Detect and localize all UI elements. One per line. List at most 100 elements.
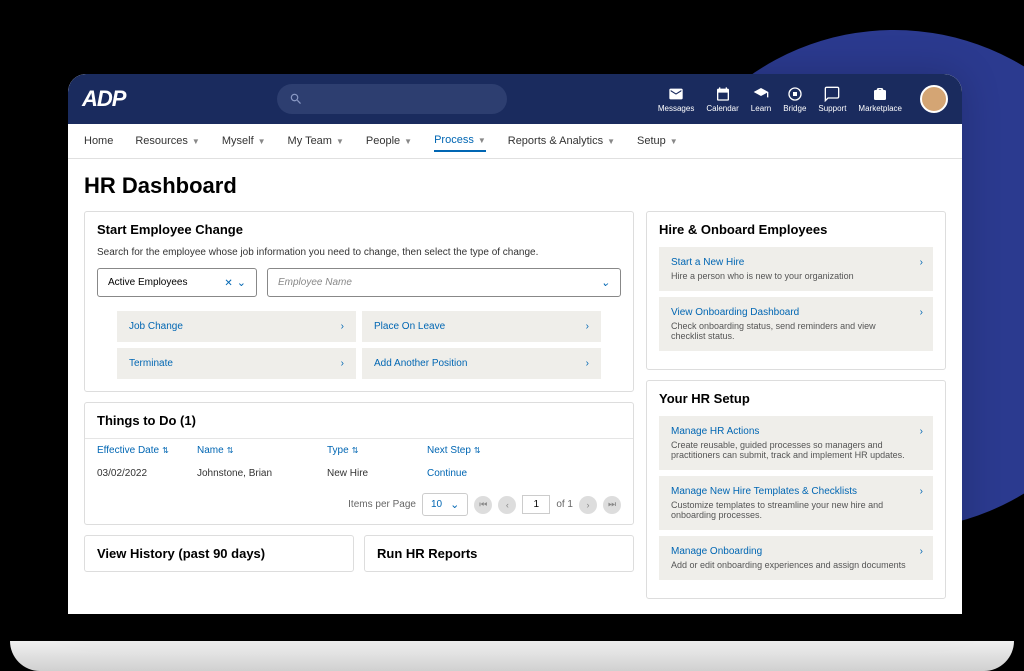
card-title: Hire & Onboard Employees (647, 212, 945, 247)
link-desc: Create reusable, guided processes so man… (671, 440, 921, 460)
place-on-leave-button[interactable]: Place On Leave› (362, 311, 601, 342)
nav-home[interactable]: Home (84, 134, 113, 148)
nav-resources[interactable]: Resources▼ (135, 134, 200, 148)
card-title: Start Employee Change (85, 212, 633, 247)
cell-type: New Hire (327, 468, 427, 479)
caret-down-icon: ▼ (258, 137, 266, 146)
col-effective-date[interactable]: Effective Date⇅ (97, 445, 197, 456)
cell-name: Johnstone, Brian (197, 468, 327, 479)
prev-page-button[interactable]: ‹ (498, 496, 516, 514)
items-per-page-select[interactable]: 10⌄ (422, 493, 468, 516)
continue-link[interactable]: Continue (427, 468, 467, 479)
chevron-right-icon: › (341, 321, 344, 332)
col-type[interactable]: Type⇅ (327, 445, 427, 456)
page-title: HR Dashboard (84, 173, 946, 199)
chevron-down-icon: ⌄ (237, 277, 246, 289)
topbar-learn[interactable]: Learn (751, 86, 771, 113)
chevron-right-icon: › (920, 546, 923, 557)
topbar: ADP Messages Calendar Learn Bridge Suppo… (68, 74, 962, 124)
chevron-down-icon: ⌄ (450, 498, 459, 511)
last-page-button[interactable]: ⏭ (603, 496, 621, 514)
table-header: Effective Date⇅ Name⇅ Type⇅ Next Step⇅ (85, 438, 633, 462)
topbar-messages[interactable]: Messages (658, 86, 694, 113)
link-desc: Check onboarding status, send reminders … (671, 321, 921, 341)
search-input[interactable] (277, 84, 507, 114)
chevron-down-icon: ⌄ (601, 276, 610, 289)
add-position-button[interactable]: Add Another Position› (362, 348, 601, 379)
sort-icon: ⇅ (162, 446, 169, 455)
topbar-bridge[interactable]: Bridge (783, 86, 806, 113)
view-onboarding-dashboard-link[interactable]: View Onboarding Dashboard Check onboardi… (659, 297, 933, 351)
chevron-right-icon: › (920, 307, 923, 318)
page-input[interactable] (522, 495, 550, 514)
adp-logo: ADP (82, 86, 125, 112)
grad-icon (753, 86, 769, 102)
nav-people[interactable]: People▼ (366, 134, 412, 148)
chevron-right-icon: › (920, 486, 923, 497)
caret-down-icon: ▼ (336, 137, 344, 146)
caret-down-icon: ▼ (404, 137, 412, 146)
terminate-button[interactable]: Terminate› (117, 348, 356, 379)
chevron-right-icon: › (586, 321, 589, 332)
topbar-support[interactable]: Support (818, 86, 846, 113)
employee-filter-select[interactable]: Active Employees ✕⌄ (97, 268, 257, 297)
cell-date: 03/02/2022 (97, 468, 197, 479)
next-page-button[interactable]: › (579, 496, 597, 514)
app-screen: ADP Messages Calendar Learn Bridge Suppo… (68, 74, 962, 614)
col-name[interactable]: Name⇅ (197, 445, 327, 456)
sort-icon: ⇅ (352, 446, 359, 455)
calendar-icon (715, 86, 731, 102)
caret-down-icon: ▼ (607, 137, 615, 146)
caret-down-icon: ▼ (478, 136, 486, 145)
start-employee-change-card: Start Employee Change Search for the emp… (84, 211, 634, 392)
run-reports-card[interactable]: Run HR Reports (364, 535, 634, 572)
first-page-button[interactable]: ⏮ (474, 496, 492, 514)
sort-icon: ⇅ (227, 446, 234, 455)
laptop-base (10, 641, 1014, 671)
card-title: Run HR Reports (365, 536, 633, 571)
view-history-card[interactable]: View History (past 90 days) (84, 535, 354, 572)
ipp-label: Items per Page (348, 499, 416, 510)
table-row: 03/02/2022 Johnstone, Brian New Hire Con… (85, 462, 633, 485)
manage-hr-actions-link[interactable]: Manage HR Actions Create reusable, guide… (659, 416, 933, 470)
nav-setup[interactable]: Setup▼ (637, 134, 678, 148)
link-desc: Add or edit onboarding experiences and a… (671, 560, 921, 570)
pagination: Items per Page 10⌄ ⏮ ‹ of 1 › ⏭ (85, 485, 633, 524)
topbar-calendar[interactable]: Calendar (706, 86, 738, 113)
job-change-button[interactable]: Job Change› (117, 311, 356, 342)
topbar-marketplace[interactable]: Marketplace (858, 86, 902, 113)
help-text: Search for the employee whose job inform… (97, 247, 621, 258)
caret-down-icon: ▼ (670, 137, 678, 146)
card-title: Things to Do (1) (85, 403, 633, 438)
bag-icon (872, 86, 888, 102)
chevron-right-icon: › (920, 257, 923, 268)
sort-icon: ⇅ (474, 446, 481, 455)
nav-process[interactable]: Process▼ (434, 134, 486, 152)
chevron-right-icon: › (341, 358, 344, 369)
manage-templates-link[interactable]: Manage New Hire Templates & Checklists C… (659, 476, 933, 530)
page-total: of 1 (556, 499, 573, 510)
user-avatar[interactable] (920, 85, 948, 113)
nav-myteam[interactable]: My Team▼ (288, 134, 344, 148)
hr-setup-card: Your HR Setup Manage HR Actions Create r… (646, 380, 946, 599)
mail-icon (668, 86, 684, 102)
chevron-right-icon: › (586, 358, 589, 369)
bridge-icon (787, 86, 803, 102)
things-to-do-card: Things to Do (1) Effective Date⇅ Name⇅ T… (84, 402, 634, 525)
employee-name-select[interactable]: Employee Name ⌄ (267, 268, 621, 297)
card-title: View History (past 90 days) (85, 536, 353, 571)
search-icon (289, 92, 303, 106)
manage-onboarding-link[interactable]: Manage Onboarding Add or edit onboarding… (659, 536, 933, 580)
col-next-step[interactable]: Next Step⇅ (427, 445, 481, 456)
hire-onboard-card: Hire & Onboard Employees Start a New Hir… (646, 211, 946, 370)
link-desc: Customize templates to streamline your n… (671, 500, 921, 520)
start-new-hire-link[interactable]: Start a New Hire Hire a person who is ne… (659, 247, 933, 291)
clear-icon[interactable]: ✕ (224, 278, 232, 289)
link-desc: Hire a person who is new to your organiz… (671, 271, 921, 281)
nav-reports[interactable]: Reports & Analytics▼ (508, 134, 615, 148)
content-area: HR Dashboard Start Employee Change Searc… (68, 159, 962, 613)
chat-icon (824, 86, 840, 102)
laptop-frame: ADP Messages Calendar Learn Bridge Suppo… (68, 74, 962, 614)
nav-myself[interactable]: Myself▼ (222, 134, 266, 148)
topbar-icons: Messages Calendar Learn Bridge Support M… (658, 85, 948, 113)
